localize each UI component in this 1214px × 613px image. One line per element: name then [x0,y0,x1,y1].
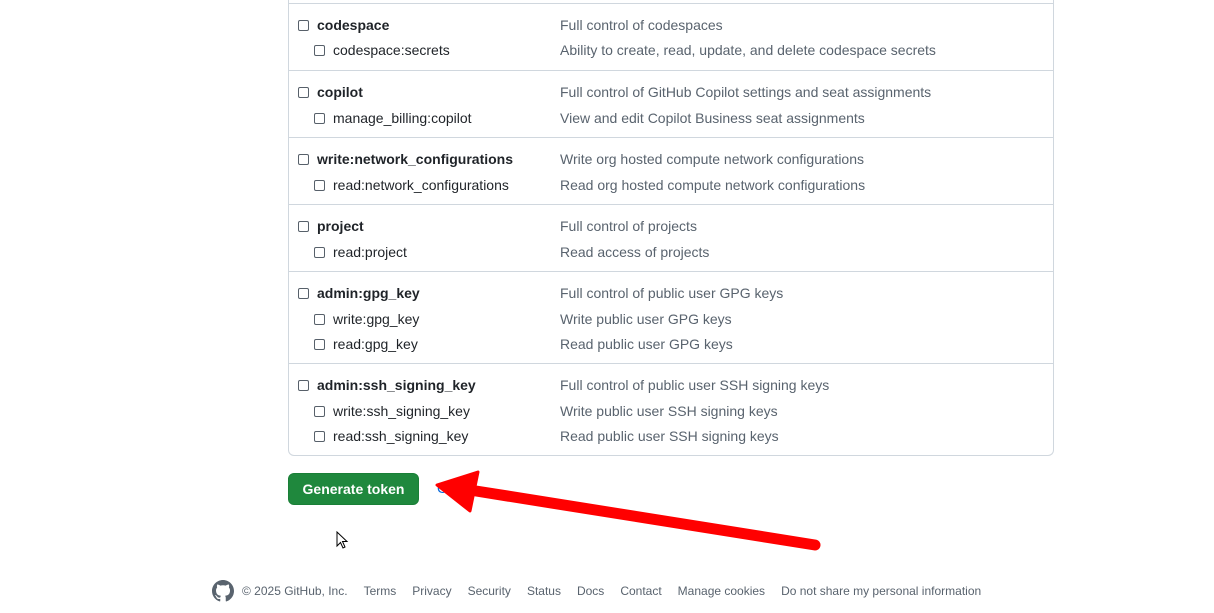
scope-checkbox[interactable] [298,154,309,165]
scope-checkbox[interactable] [314,246,325,258]
scope-description: Read public user SSH signing keys [560,428,779,444]
scope-group: copilot Full control of GitHub Copilot se… [289,70,1053,137]
scope-description: Write org hosted compute network configu… [560,151,865,167]
scope-checkbox[interactable] [314,112,325,124]
scope-name: read:project [333,243,407,260]
scope-name: read:ssh_signing_key [333,428,469,444]
footer-link-privacy[interactable]: Privacy [412,584,451,598]
scope-description: View and edit Copilot Business seat assi… [560,109,865,126]
scope-group: admin:ssh_signing_key Full control of pub… [289,363,1053,457]
cancel-link-fragment[interactable]: C [437,480,447,496]
footer-link-docs[interactable]: Docs [577,584,604,598]
scope-description: Ability to create, read, update, and del… [560,42,936,58]
scope-name: admin:ssh_signing_key [317,377,476,393]
scope-name: codespace [317,17,390,33]
scope-checkbox[interactable] [314,431,325,442]
footer-copyright: © 2025 GitHub, Inc. [242,584,348,598]
scope-description: Full control of projects [560,218,697,234]
scope-row: manage_billing:copilot View and edit Copi… [289,107,1053,131]
scope-description: Full control of codespaces [560,17,723,33]
scope-row: read:gpg_key Read public user GPG keys [289,333,1053,357]
footer-link-do-not-share[interactable]: Do not share my personal information [781,584,981,598]
scope-name: read:gpg_key [333,336,418,352]
scope-name: manage_billing:copilot [333,109,472,126]
scope-group: admin:gpg_key Full control of public user… [289,271,1053,363]
scope-checkbox[interactable] [314,339,325,350]
scope-row: project Full control of projects [289,215,1053,239]
scope-description: Full control of public user GPG keys [560,285,784,301]
scope-checkbox[interactable] [314,313,325,325]
generate-token-button[interactable]: Generate token [288,473,419,505]
scope-checkbox[interactable] [298,87,309,98]
scope-name: write:gpg_key [333,310,420,327]
scope-row: codespace:secrets Ability to create, read… [289,39,1053,63]
scope-description: Full control of public user SSH signing … [560,377,830,393]
scope-name: write:ssh_signing_key [333,402,470,419]
scope-checkbox[interactable] [298,288,309,299]
scope-description: Write public user GPG keys [560,310,732,327]
mouse-pointer-icon [336,531,349,549]
footer-link-security[interactable]: Security [468,584,511,598]
footer-link-status[interactable]: Status [527,584,561,598]
scope-description: Read public user GPG keys [560,336,733,352]
scope-row: read:ssh_signing_key Read public user SSH… [289,425,1053,449]
scope-group: project Full control of projects read:proj… [289,204,1053,271]
footer: © 2025 GitHub, Inc. Terms Privacy Securi… [212,580,997,602]
scope-row: codespace Full control of codespaces [289,14,1053,38]
scope-name: project [317,218,364,234]
scope-checkbox[interactable] [298,221,309,232]
scope-checkbox[interactable] [314,45,325,56]
scope-row: write:ssh_signing_key Write public user S… [289,400,1053,424]
scope-row: read:project Read access of projects [289,241,1053,265]
scope-row: write:gpg_key Write public user GPG keys [289,308,1053,332]
scope-row: copilot Full control of GitHub Copilot se… [289,81,1053,105]
scope-row: read:network_configurations Read org host… [289,174,1053,198]
scope-checkbox[interactable] [314,179,325,191]
scope-description: Read access of projects [560,243,710,260]
scope-checkbox[interactable] [298,380,309,391]
scope-name: copilot [317,84,363,100]
scope-name: admin:gpg_key [317,285,420,301]
scope-checkbox[interactable] [298,20,309,31]
scope-checkbox[interactable] [314,405,325,417]
scope-name: read:network_configurations [333,176,509,193]
footer-link-contact[interactable]: Contact [620,584,661,598]
scope-row: admin:gpg_key Full control of public user… [289,282,1053,306]
scope-name: write:network_configurations [317,151,514,167]
scope-description: Full control of GitHub Copilot settings … [560,84,932,100]
github-mark-icon[interactable] [212,580,234,602]
scope-row: admin:ssh_signing_key Full control of pub… [289,374,1053,398]
footer-link-terms[interactable]: Terms [364,584,397,598]
scopes-list: codespace Full control of codespaces codes… [288,0,1054,456]
scope-name: codespace:secrets [333,42,450,58]
scope-description: Write public user SSH signing keys [560,402,778,419]
footer-link-manage-cookies[interactable]: Manage cookies [678,584,765,598]
scope-description: Read org hosted compute network configur… [560,176,866,193]
scope-row: write:network_configurations Write org ho… [289,148,1053,172]
scope-group: write:network_configurations Write org ho… [289,137,1053,204]
